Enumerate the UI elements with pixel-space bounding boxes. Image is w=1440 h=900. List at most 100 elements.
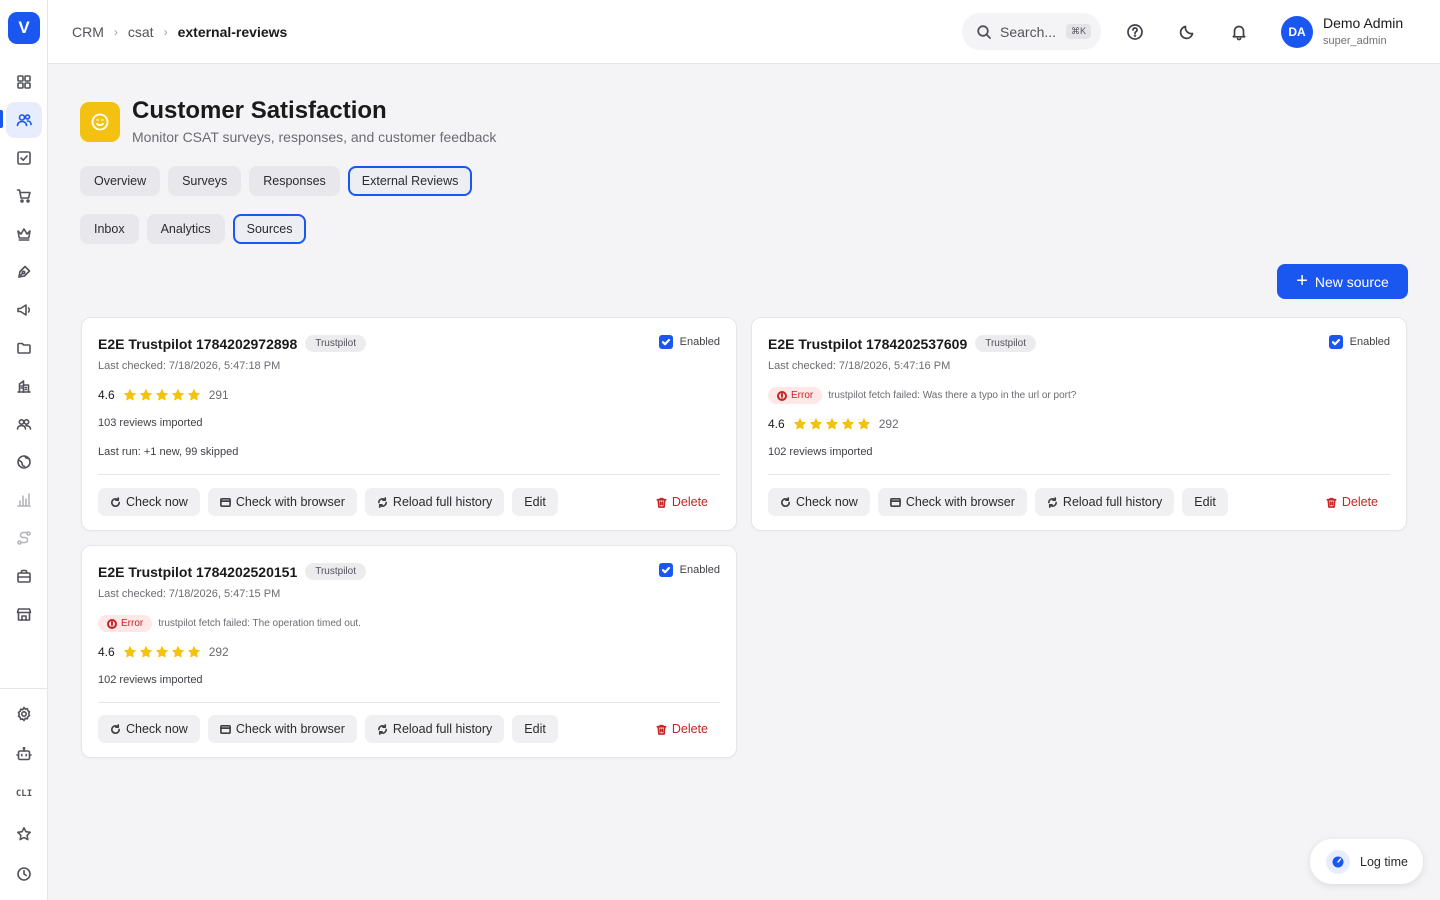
- bar-chart-icon: [17, 493, 31, 507]
- source-card: E2E Trustpilot 1784202972898 Trustpilot …: [81, 317, 737, 531]
- log-time-button[interactable]: Log time: [1310, 839, 1423, 884]
- check-with-browser-button[interactable]: Check with browser: [877, 488, 1027, 516]
- check-browser-label: Check with browser: [235, 722, 345, 736]
- nav-crm[interactable]: [6, 102, 42, 138]
- help-button[interactable]: [1123, 20, 1147, 44]
- error-badge: Error: [768, 387, 823, 404]
- rating-stars: [793, 417, 871, 431]
- avatar[interactable]: DA: [1281, 16, 1313, 48]
- check-with-browser-button[interactable]: Check with browser: [207, 488, 357, 516]
- check-now-button[interactable]: Check now: [98, 488, 200, 516]
- nav-jobs[interactable]: [6, 558, 42, 594]
- delete-button[interactable]: Delete: [1326, 488, 1378, 516]
- trash-icon: [1326, 497, 1337, 508]
- enabled-toggle[interactable]: Enabled: [658, 335, 720, 349]
- nav-history[interactable]: [6, 856, 42, 892]
- check-icon: [661, 338, 670, 346]
- enabled-checkbox[interactable]: [1328, 335, 1343, 349]
- nav-automation[interactable]: [6, 520, 42, 556]
- last-checked: Last checked: 7/18/2026, 5:47:15 PM: [98, 588, 281, 600]
- enabled-toggle[interactable]: Enabled: [658, 563, 720, 577]
- nav-commerce[interactable]: [6, 178, 42, 214]
- star-icon: [187, 388, 200, 401]
- alert-circle-icon: [107, 618, 117, 629]
- tab-overview[interactable]: Overview: [80, 166, 161, 196]
- reload-history-button[interactable]: Reload full history: [364, 715, 505, 743]
- nav-files[interactable]: [6, 330, 42, 366]
- check-now-label: Check now: [126, 722, 188, 736]
- search-input[interactable]: Search... ⌘K: [962, 13, 1101, 50]
- active-indicator: [0, 110, 3, 128]
- nav-store[interactable]: [6, 596, 42, 632]
- star-icon: [841, 417, 854, 430]
- reload-history-button[interactable]: Reload full history: [1034, 488, 1175, 516]
- nav-bots[interactable]: [6, 736, 42, 772]
- delete-button[interactable]: Delete: [656, 488, 708, 516]
- nav-loyalty[interactable]: [6, 216, 42, 252]
- new-source-button[interactable]: + New source: [1277, 264, 1408, 299]
- nav-marketing[interactable]: [6, 292, 42, 328]
- star-icon: [187, 645, 200, 658]
- rating-row: 4.6 292: [768, 417, 899, 431]
- review-count: 292: [208, 645, 229, 659]
- notifications-button[interactable]: [1227, 20, 1251, 44]
- browser-icon: [219, 497, 231, 507]
- rating-row: 4.6 291: [98, 388, 229, 402]
- star-icon: [155, 645, 168, 658]
- edit-button[interactable]: Edit: [512, 488, 558, 516]
- page-title: Customer Satisfaction: [132, 97, 387, 124]
- nav-dashboard[interactable]: [6, 64, 42, 100]
- nav-favorites[interactable]: [6, 816, 42, 852]
- check-now-button[interactable]: Check now: [98, 715, 200, 743]
- nav-content[interactable]: [6, 254, 42, 290]
- edit-button[interactable]: Edit: [512, 715, 558, 743]
- megaphone-icon: [17, 304, 31, 316]
- user-name[interactable]: Demo Admin: [1323, 15, 1403, 31]
- star-icon: [17, 827, 31, 841]
- breadcrumb-current: external-reviews: [177, 24, 288, 40]
- edit-button[interactable]: Edit: [1182, 488, 1228, 516]
- tab-analytics[interactable]: Analytics: [146, 214, 225, 244]
- tab-responses[interactable]: Responses: [249, 166, 340, 196]
- reload-icon: [1047, 496, 1057, 508]
- nav-teams[interactable]: [6, 406, 42, 442]
- theme-toggle-button[interactable]: [1175, 20, 1199, 44]
- nav-websites[interactable]: [6, 444, 42, 480]
- tab-surveys[interactable]: Surveys: [168, 166, 242, 196]
- error-message: trustpilot fetch failed: Was there a typ…: [828, 390, 1077, 401]
- breadcrumb-csat[interactable]: csat: [128, 24, 154, 40]
- enabled-toggle[interactable]: Enabled: [1328, 335, 1390, 349]
- nav-analytics[interactable]: [6, 482, 42, 518]
- tab-external-reviews[interactable]: External Reviews: [347, 166, 473, 196]
- breadcrumb-crm[interactable]: CRM: [72, 24, 104, 40]
- app-logo[interactable]: V: [8, 12, 40, 44]
- error-label: Error: [791, 390, 814, 401]
- star-icon: [857, 417, 870, 430]
- reload-history-button[interactable]: Reload full history: [364, 488, 505, 516]
- refresh-icon: [781, 496, 790, 507]
- enabled-checkbox[interactable]: [658, 335, 673, 349]
- enabled-checkbox[interactable]: [658, 563, 673, 577]
- source-card: E2E Trustpilot 1784202537609 Trustpilot …: [751, 317, 1407, 531]
- pen-tool-icon: [18, 265, 31, 278]
- tab-inbox[interactable]: Inbox: [80, 214, 139, 244]
- nav-companies[interactable]: [6, 368, 42, 404]
- check-with-browser-button[interactable]: Check with browser: [207, 715, 357, 743]
- source-name: E2E Trustpilot 1784202520151: [98, 563, 298, 580]
- check-now-button[interactable]: Check now: [768, 488, 870, 516]
- building-icon: [17, 380, 31, 393]
- nav-cli[interactable]: CLI: [6, 776, 42, 812]
- delete-button[interactable]: Delete: [656, 715, 708, 743]
- main-tabs: Overview Surveys Responses External Revi…: [80, 166, 473, 196]
- nav-settings[interactable]: [6, 696, 42, 732]
- tab-sources[interactable]: Sources: [232, 214, 307, 244]
- delete-label: Delete: [671, 495, 708, 509]
- log-time-label: Log time: [1360, 854, 1408, 869]
- card-divider: [768, 474, 1390, 475]
- nav-tasks[interactable]: [6, 140, 42, 176]
- delete-label: Delete: [671, 722, 708, 736]
- card-actions: Check now Check with browser Reload full…: [768, 488, 1228, 516]
- imported-count: 102 reviews imported: [98, 674, 203, 686]
- timer-icon: [1326, 849, 1350, 874]
- card-actions: Check now Check with browser Reload full…: [98, 715, 558, 743]
